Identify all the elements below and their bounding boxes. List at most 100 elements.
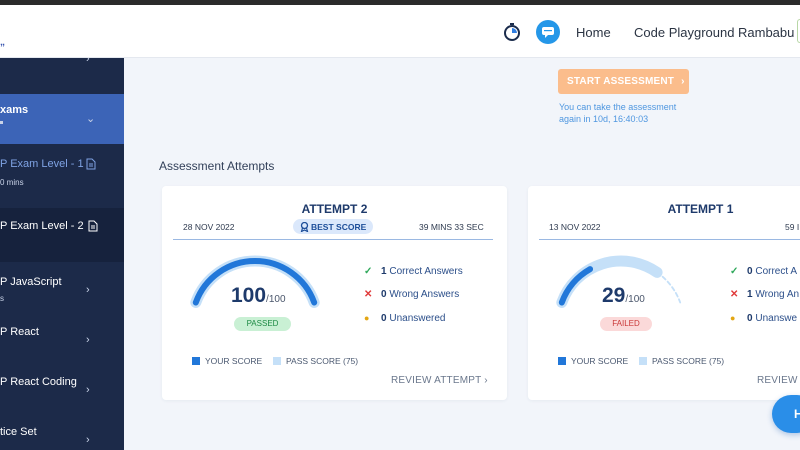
chevron-right-icon: › — [86, 284, 90, 296]
sidebar-item-javascript[interactable]: P JavaScript s › — [0, 262, 124, 312]
legend-your-score: YOUR SCORE — [558, 356, 628, 366]
start-assessment-label: START ASSESSMENT — [567, 76, 675, 87]
cross-icon: ✕ — [364, 289, 373, 300]
correct-count: 0 — [747, 266, 753, 277]
status-badge: FAILED — [600, 317, 652, 331]
legend-pass-score: PASS SCORE (75) — [639, 356, 724, 366]
chevron-down-icon: ⌄ — [86, 113, 96, 125]
legend-label: YOUR SCORE — [571, 356, 629, 366]
cross-icon: ✕ — [730, 289, 739, 300]
sidebar-item-exams[interactable]: xams ⌄ — [0, 94, 124, 144]
wrong-label: Wrong An — [755, 289, 800, 300]
sidebar-item-label: xams — [0, 104, 29, 116]
score-value: 29/100 — [602, 284, 645, 308]
sidebar-item-label: P Exam Level - 2 — [0, 220, 84, 232]
check-icon: ✓ — [364, 266, 373, 277]
attempt-duration: 39 MINS 33 SEC — [419, 222, 484, 232]
unanswered-label: Unanswered — [389, 313, 446, 324]
legend-swatch — [639, 357, 647, 365]
sidebar-item-practice-set[interactable]: tice Set › — [0, 412, 124, 450]
wrong-count: 0 — [381, 289, 387, 300]
unanswered-label: Unanswe — [755, 313, 798, 324]
check-icon: ✓ — [730, 266, 739, 277]
chevron-right-icon: › — [86, 58, 90, 65]
award-icon — [300, 222, 309, 232]
wrong-label: Wrong Answers — [389, 289, 460, 300]
chevron-right-icon: › — [86, 334, 90, 346]
chat-icon[interactable] — [536, 20, 560, 44]
divider — [173, 239, 493, 240]
score-max: /100 — [266, 294, 286, 305]
correct-label: Correct Answers — [389, 266, 463, 277]
correct-answers-stat: ✓ 1 Correct Answers — [364, 266, 463, 277]
sidebar-item-label: P JavaScript — [0, 276, 62, 288]
attempt-date: 28 NOV 2022 — [183, 222, 235, 232]
document-icon — [86, 158, 96, 170]
help-button[interactable]: H — [772, 395, 800, 433]
dot-icon: ● — [730, 313, 736, 323]
sidebar-item-react-coding[interactable]: P React Coding › — [0, 362, 124, 412]
sidebar-item-label: P React Coding — [0, 376, 77, 388]
unanswered-stat: ● 0 Unanswered — [364, 313, 446, 324]
attempt-date: 13 NOV 2022 — [549, 222, 601, 232]
stopwatch-icon[interactable] — [503, 23, 521, 41]
remaining-track — [656, 271, 682, 304]
sidebar-item-exam-level-1[interactable]: P Exam Level - 1 0 mins — [0, 144, 124, 208]
sidebar-item-label: P React — [0, 326, 39, 338]
correct-answers-stat: ✓ 0 Correct A — [730, 266, 797, 277]
nav-code-playground-link[interactable]: Code Playground — [634, 25, 734, 40]
unanswered-count: 0 — [381, 313, 387, 324]
attempt-title: ATTEMPT 1 — [667, 202, 734, 216]
best-score-label: BEST SCORE — [311, 222, 367, 232]
sidebar-item-sub-dot — [0, 121, 3, 124]
score-max: /100 — [625, 294, 645, 305]
score-number: 100 — [231, 284, 267, 307]
retake-note: You can take the assessment again in 10d… — [559, 102, 677, 124]
start-assessment-button[interactable]: START ASSESSMENT › — [558, 69, 689, 94]
legend-your-score: YOUR SCORE — [192, 356, 262, 366]
chevron-right-icon: › — [86, 384, 90, 396]
chevron-right-icon: › — [86, 434, 90, 446]
review-label: REVIEW ATTEMPT — [391, 375, 482, 386]
status-badge: PASSED — [234, 317, 291, 331]
wrong-answers-stat: ✕ 0 Wrong Answers — [364, 289, 459, 300]
correct-count: 1 — [381, 266, 387, 277]
review-label: REVIEW A — [757, 375, 800, 386]
attempt-title: ATTEMPT 2 — [301, 202, 368, 216]
section-title: Assessment Attempts — [159, 159, 275, 173]
legend-label: PASS SCORE (75) — [286, 356, 359, 366]
sidebar-item-label: tice Set — [0, 426, 37, 438]
sidebar-item-label: P Exam Level - 1 — [0, 158, 84, 170]
sidebar-item-react[interactable]: P React › — [0, 312, 124, 362]
chevron-right-icon: › — [681, 76, 685, 87]
score-number: 29 — [602, 284, 626, 307]
sidebar-item-exam-level-2[interactable]: P Exam Level - 2 — [0, 208, 124, 262]
unanswered-count: 0 — [747, 313, 753, 324]
review-attempt-link[interactable]: REVIEW A — [757, 375, 800, 386]
logo[interactable]: „ — [0, 37, 5, 48]
attempt-card: ATTEMPT 1 13 NOV 2022 59 I 29/100 FAILED… — [528, 186, 800, 400]
wrong-answers-stat: ✕ 1 Wrong An — [730, 289, 799, 300]
unanswered-stat: ● 0 Unanswe — [730, 313, 797, 324]
sidebar-item-duration: 0 mins — [0, 178, 24, 187]
legend-pass-score: PASS SCORE (75) — [273, 356, 358, 366]
sidebar-item-sub: s — [0, 294, 4, 303]
dot-icon: ● — [364, 313, 370, 323]
legend-swatch — [273, 357, 281, 365]
best-score-badge: BEST SCORE — [293, 219, 373, 234]
review-attempt-link[interactable]: REVIEW ATTEMPT › — [391, 375, 488, 386]
sidebar: › xams ⌄ P Exam Level - 1 0 mins P Exam … — [0, 58, 124, 450]
legend-swatch — [192, 357, 200, 365]
score-value: 100/100 — [231, 284, 286, 308]
nav-home-link[interactable]: Home — [576, 25, 611, 40]
legend-swatch — [558, 357, 566, 365]
wrong-count: 1 — [747, 289, 753, 300]
attempt-duration: 59 I — [785, 222, 800, 232]
legend-label: PASS SCORE (75) — [652, 356, 725, 366]
user-menu[interactable]: Rambabu — [738, 25, 794, 40]
legend-label: YOUR SCORE — [205, 356, 263, 366]
chevron-right-icon: › — [484, 375, 488, 386]
sidebar-item-course[interactable]: › — [0, 58, 124, 94]
divider — [539, 239, 800, 240]
correct-label: Correct A — [755, 266, 798, 277]
